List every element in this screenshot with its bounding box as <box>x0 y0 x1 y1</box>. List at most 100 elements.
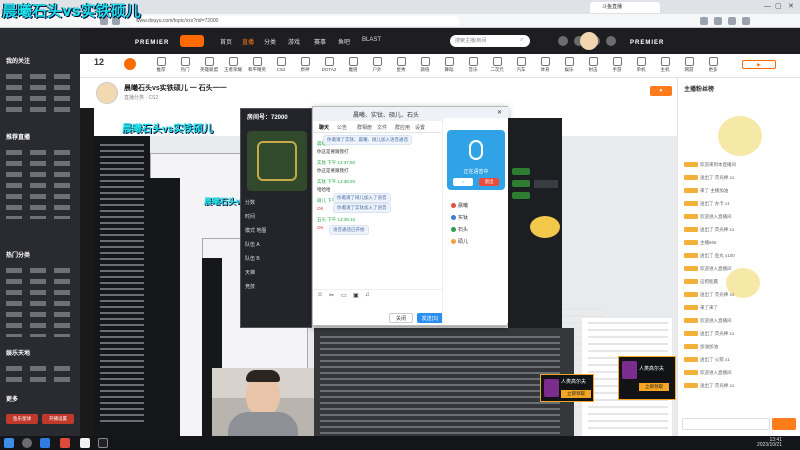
voice-member[interactable]: 石头 <box>451 226 468 233</box>
minimize-icon[interactable]: — <box>764 3 771 10</box>
category-item[interactable]: 音乐 <box>462 57 484 73</box>
promo-card-large[interactable]: 人类高尔夫 立即领取 <box>618 356 676 400</box>
sidebar-section-title[interactable]: 更多 <box>6 394 18 403</box>
brand-logo-right: PREMIER <box>630 40 665 46</box>
category-item[interactable]: 星秀 <box>390 57 412 73</box>
start-icon[interactable] <box>4 438 14 448</box>
fan-rank-heading: 主播粉丝榜 <box>684 87 715 93</box>
category-item[interactable]: 王者荣耀 <box>222 57 244 73</box>
sidebar-section-title[interactable]: 我的关注 <box>6 56 30 65</box>
tab-files[interactable]: 文件 <box>377 124 387 131</box>
sidebar-category-list[interactable] <box>6 262 76 337</box>
sidebar-follow-list[interactable] <box>6 68 76 118</box>
streamer-avatar[interactable] <box>96 82 118 104</box>
tab-notice[interactable]: 公告 <box>337 124 347 131</box>
close-icon[interactable]: ✕ <box>497 109 502 116</box>
browser-icon[interactable] <box>40 438 50 448</box>
category-item[interactable]: 更多 <box>702 57 724 73</box>
profile-icon[interactable] <box>728 17 736 25</box>
emoji-icon[interactable]: ☺ <box>317 292 323 298</box>
promo-button[interactable]: 立即领取 <box>639 383 669 391</box>
url-input[interactable]: www.douyu.com/topic/xxx?rid=72000 <box>130 16 460 26</box>
history-icon[interactable] <box>558 36 568 46</box>
nav-blast[interactable]: BLAST <box>362 37 381 43</box>
promo-card[interactable]: 人类高尔夫 立即领取 <box>540 374 594 402</box>
follow-button[interactable]: ♥ <box>650 86 672 96</box>
tab-album[interactable]: 群相册 <box>357 124 372 131</box>
category-item[interactable]: 原神 <box>294 57 316 73</box>
send-danmaku-button[interactable] <box>772 418 796 430</box>
nav-home[interactable]: 首页 <box>220 37 232 46</box>
scissors-icon[interactable]: ✂ <box>329 292 334 299</box>
mute-button[interactable]: ♪ <box>453 178 473 186</box>
mic-icon[interactable]: ♫ <box>365 292 370 298</box>
app-icon[interactable] <box>80 438 90 448</box>
start-stream-button[interactable]: 开播设置 <box>42 414 74 424</box>
extension-icon[interactable] <box>700 17 708 25</box>
sidebar-section-title[interactable]: 娱乐天地 <box>6 348 30 357</box>
sidebar-entertainment-list[interactable] <box>6 360 76 388</box>
category-item[interactable]: 户外 <box>366 57 388 73</box>
image-icon[interactable]: ▣ <box>353 292 359 299</box>
danmaku-message: 送出了 火箭 x1 <box>684 357 730 363</box>
app-icon[interactable] <box>98 438 108 448</box>
nav-live[interactable]: 直播 <box>242 37 254 46</box>
search-icon[interactable] <box>22 438 32 448</box>
tab-apps[interactable]: 群应用 <box>395 124 410 131</box>
brand-logo[interactable]: PREMIER <box>135 40 169 46</box>
close-icon[interactable]: ✕ <box>788 2 794 10</box>
category-item[interactable]: 二次元 <box>486 57 508 73</box>
category-item[interactable]: 热门 <box>174 57 196 73</box>
category-item[interactable]: 魔兽 <box>342 57 364 73</box>
download-icon[interactable] <box>714 17 722 25</box>
open-stream-button[interactable]: ▶ <box>742 60 776 69</box>
nav-events[interactable]: 赛事 <box>314 37 326 46</box>
member-avatar <box>451 239 456 245</box>
danmaku-text: 欢迎进入直播间 <box>700 266 732 271</box>
category-item[interactable]: 英雄联盟 <box>198 57 220 73</box>
voice-panel: 正在语音中 ♪ 退出 晨曦 实钛 石头 硕儿 <box>442 118 508 323</box>
close-button[interactable]: 关闭 <box>389 313 413 323</box>
category-item[interactable]: 汽车 <box>510 57 532 73</box>
sidebar-recommend-list[interactable] <box>6 144 76 219</box>
tab-settings[interactable]: 设置 <box>415 124 425 131</box>
category-item[interactable]: CS2 <box>270 57 292 72</box>
category-item[interactable]: 娱乐 <box>558 57 580 73</box>
send-button[interactable]: 发送(S) <box>417 313 443 323</box>
maximize-icon[interactable]: ▢ <box>775 2 782 10</box>
category-item[interactable]: 推荐 <box>150 57 172 73</box>
category-item[interactable]: 和平精英 <box>246 57 268 73</box>
category-item[interactable]: 手游 <box>606 57 628 73</box>
category-item[interactable]: 舞蹈 <box>438 57 460 73</box>
category-item[interactable]: 单机 <box>630 57 652 73</box>
tab-chat[interactable]: 聊天 <box>319 124 329 131</box>
voice-member[interactable]: 晨曦 <box>451 202 468 209</box>
sidebar-section-title[interactable]: 推荐直播 <box>6 132 30 141</box>
category-item[interactable]: 体育 <box>534 57 556 73</box>
category-icon <box>300 57 310 66</box>
clock[interactable]: 13:41 2023/10/21 <box>757 438 782 448</box>
app-icon[interactable] <box>60 438 70 448</box>
voice-member[interactable]: 实钛 <box>451 214 468 221</box>
browser-tab[interactable]: 斗鱼直播 <box>590 2 660 13</box>
category-item[interactable]: 主机 <box>654 57 676 73</box>
category-item[interactable]: 网游 <box>678 57 700 73</box>
category-item[interactable]: DOTA2 <box>318 57 340 72</box>
douyu-logo-icon[interactable] <box>180 35 204 47</box>
level-badge <box>684 344 698 350</box>
category-item[interactable]: 颜值 <box>414 57 436 73</box>
nav-games[interactable]: 游戏 <box>288 37 300 46</box>
danmaku-input[interactable] <box>682 418 770 430</box>
folder-icon[interactable]: ▭ <box>341 292 347 299</box>
user-avatar[interactable] <box>580 32 598 50</box>
download-app-icon[interactable] <box>606 36 616 46</box>
leave-voice-button[interactable]: 退出 <box>479 178 499 186</box>
menu-icon[interactable] <box>742 17 750 25</box>
sidebar-section-title[interactable]: 热门分类 <box>6 250 30 259</box>
fun-planet-button[interactable]: 鱼乐星球 <box>6 414 38 424</box>
promo-button[interactable]: 立即领取 <box>561 390 591 398</box>
voice-member[interactable]: 硕儿 <box>451 238 468 245</box>
nav-category[interactable]: 分类 <box>264 37 276 46</box>
nav-fishbar[interactable]: 鱼吧 <box>338 37 350 46</box>
category-item[interactable]: 射击 <box>582 57 604 73</box>
